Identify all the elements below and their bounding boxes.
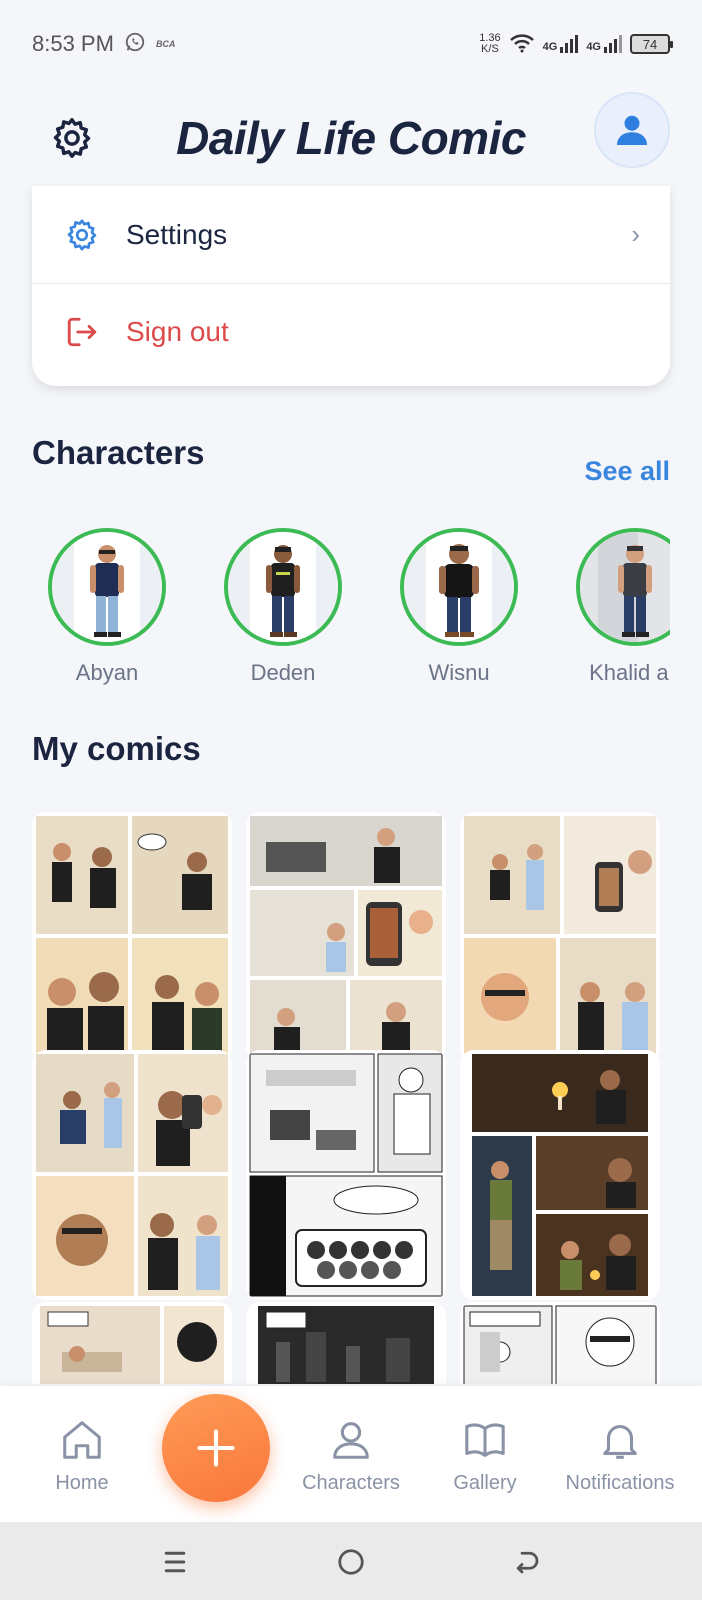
user-icon (617, 115, 647, 145)
settings-gear-button[interactable] (40, 106, 104, 170)
comic-thumbnail[interactable] (246, 1302, 446, 1384)
character-avatar (400, 528, 518, 646)
character-avatar (576, 528, 670, 646)
menu-icon (164, 1551, 186, 1573)
app-title: Daily Life Comic (176, 112, 526, 164)
nav-notifications-label: Notifications (565, 1472, 675, 1494)
signal-icon: 4G (543, 35, 579, 53)
wifi-icon (509, 33, 535, 56)
comic-thumbnail[interactable] (32, 1050, 232, 1300)
status-bar: 8:53 PM BCA 1.36 K/S 4G 4G 74 (0, 0, 702, 88)
character-name: Deden (250, 660, 316, 685)
characters-carousel[interactable]: Abyan Deden Wisnu Khalid ah (32, 528, 670, 693)
gear-icon (62, 215, 102, 255)
battery-icon: 74 (630, 34, 673, 54)
nav-home[interactable]: Home (12, 1386, 152, 1522)
settings-label: Settings (126, 218, 228, 250)
comic-thumbnail[interactable] (460, 812, 660, 1062)
sign-out-label: Sign out (126, 316, 229, 347)
character-name: Abyan (75, 660, 139, 685)
logout-icon (62, 312, 102, 352)
home-icon (59, 1416, 105, 1464)
network-speed: 1.36 K/S (479, 32, 501, 55)
nav-notifications[interactable]: Notifications (550, 1386, 690, 1522)
character-name: Khalid ah (589, 660, 670, 685)
whatsapp-icon (124, 31, 146, 58)
app-header: Daily Life Comic (0, 88, 702, 188)
comic-thumbnail[interactable] (32, 812, 232, 1062)
sign-out-menu-item[interactable]: Sign out (32, 283, 670, 380)
bell-icon (597, 1416, 643, 1464)
back-icon (516, 1551, 539, 1574)
book-icon (462, 1416, 508, 1464)
chevron-right-icon: › (631, 219, 640, 249)
comic-thumbnail[interactable] (460, 1302, 660, 1384)
circle-icon (338, 1549, 364, 1575)
character-name: Wisnu (428, 660, 490, 685)
profile-avatar-button[interactable] (594, 92, 670, 168)
recents-button[interactable] (153, 1540, 197, 1584)
plus-icon (197, 1429, 235, 1467)
character-item[interactable]: Deden (208, 528, 358, 686)
my-comics-section-title: My comics (32, 730, 201, 767)
nav-gallery[interactable]: Gallery (415, 1386, 555, 1522)
user-icon (328, 1416, 374, 1464)
system-navigation-bar (0, 1522, 702, 1600)
comics-grid (32, 812, 670, 1384)
nav-characters-label: Characters (302, 1472, 400, 1494)
signal-icon-2: 4G (586, 35, 622, 53)
nav-gallery-label: Gallery (453, 1472, 517, 1494)
bottom-navigation: Home Characters Gallery Notifications (0, 1386, 702, 1522)
character-item[interactable]: Abyan (32, 528, 182, 686)
settings-menu-item[interactable]: Settings › (32, 186, 670, 283)
nav-characters[interactable]: Characters (281, 1386, 421, 1522)
comic-thumbnail[interactable] (246, 1050, 446, 1300)
character-avatar (48, 528, 166, 646)
character-item[interactable]: Wisnu (384, 528, 534, 686)
home-system-button[interactable] (329, 1540, 373, 1584)
gear-icon (53, 118, 91, 158)
see-all-link[interactable]: See all (584, 456, 670, 487)
character-item[interactable]: Khalid ah (560, 528, 670, 686)
comic-thumbnail[interactable] (32, 1302, 232, 1384)
create-comic-button[interactable] (162, 1394, 270, 1502)
character-avatar (224, 528, 342, 646)
characters-section-title: Characters (32, 434, 205, 471)
status-time: 8:53 PM (32, 31, 114, 56)
profile-menu: Settings › Sign out (32, 186, 670, 386)
comic-thumbnail[interactable] (460, 1050, 660, 1300)
comic-thumbnail[interactable] (246, 812, 446, 1062)
back-button[interactable] (505, 1540, 549, 1584)
nav-home-label: Home (55, 1472, 109, 1494)
bca-icon: BCA (155, 39, 176, 49)
